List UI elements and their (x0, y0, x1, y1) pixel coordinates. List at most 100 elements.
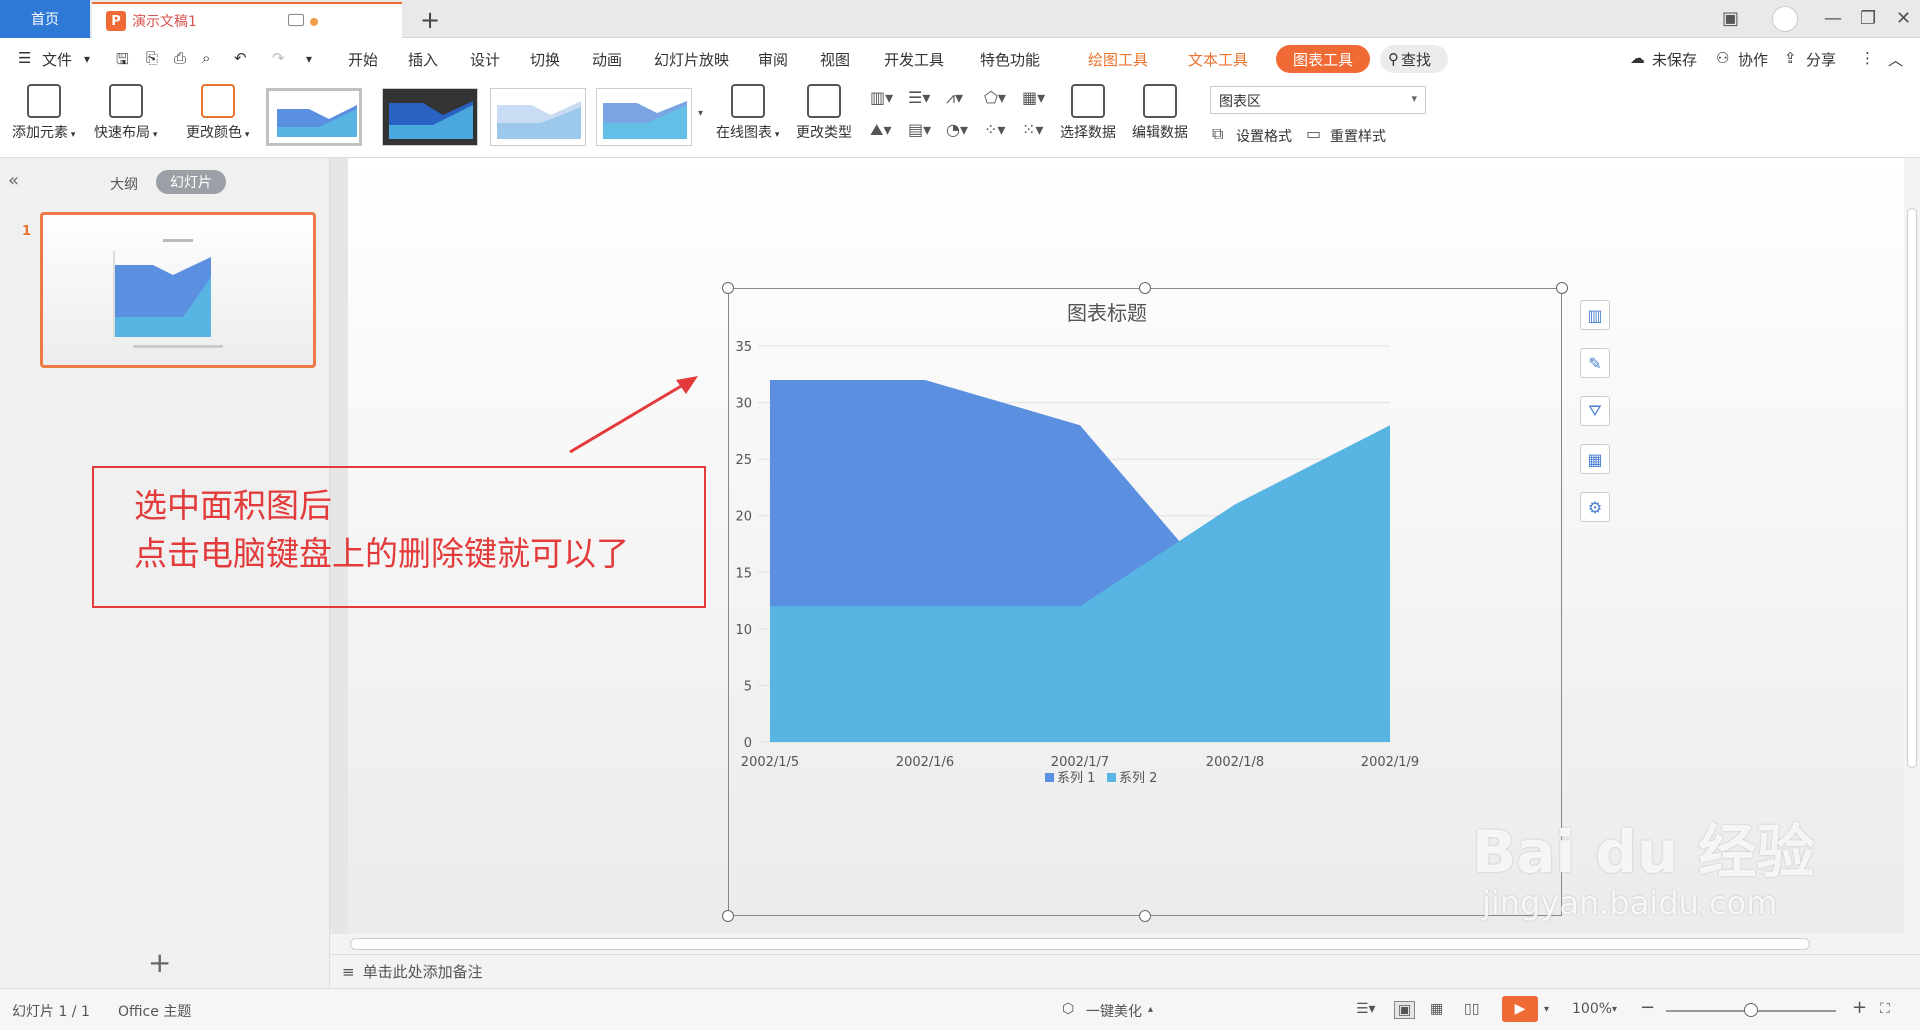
column-chart-icon[interactable]: ▥▾ (870, 88, 894, 108)
window-layout-icon[interactable]: ▣ (1722, 8, 1739, 29)
menu-review[interactable]: 审阅 (758, 49, 788, 70)
slide-thumbnail[interactable] (40, 212, 316, 368)
fit-window-icon[interactable]: ⛶ (1880, 1001, 1890, 1017)
chart-style-3[interactable] (490, 88, 586, 146)
chart-element-select[interactable]: 图表区 ▾ (1210, 86, 1426, 114)
menu-design[interactable]: 设计 (470, 49, 500, 70)
collab-button[interactable]: 协作 (1738, 49, 1768, 70)
chart-settings-gear-icon[interactable]: ⚙ (1580, 492, 1610, 522)
vertical-scrollbar[interactable] (1904, 158, 1920, 938)
collapse-ribbon-icon[interactable]: ︿ (1888, 49, 1903, 70)
change-type-icon (807, 84, 841, 118)
zoom-out-icon[interactable]: − (1640, 997, 1655, 1018)
menu-file[interactable]: 文件 (42, 49, 72, 70)
chart-style-1[interactable] (266, 88, 362, 146)
zoom-options-icon[interactable]: ▾ (1612, 1004, 1617, 1015)
tab-slides[interactable]: 幻灯片 (156, 170, 226, 194)
theme-name[interactable]: Office 主题 (118, 1001, 191, 1021)
preview-icon[interactable]: ⌕ (202, 49, 210, 67)
play-options-icon[interactable]: ▾ (1544, 1004, 1549, 1015)
tab-home[interactable]: 首页 (0, 0, 90, 38)
menu-transition[interactable]: 切换 (530, 49, 560, 70)
menu-animation[interactable]: 动画 (592, 49, 622, 70)
menu-developer[interactable]: 开发工具 (884, 49, 944, 70)
menu-view[interactable]: 视图 (820, 49, 850, 70)
search-button[interactable]: ⚲ 查找 (1380, 45, 1448, 73)
menu-insert[interactable]: 插入 (408, 49, 438, 70)
unsaved-status[interactable]: 未保存 (1652, 49, 1697, 70)
hamburger-icon[interactable]: ☰ (18, 49, 31, 67)
sorter-view-icon[interactable]: ▦ (1430, 1001, 1443, 1017)
share-button[interactable]: 分享 (1806, 49, 1836, 70)
avatar[interactable] (1772, 6, 1798, 32)
chart-style-brush-icon[interactable]: ✎ (1580, 348, 1610, 378)
pie-chart-icon[interactable]: ◔▾ (946, 120, 970, 140)
notes-placeholder[interactable]: 单击此处添加备注 (363, 961, 483, 982)
add-slide-button[interactable]: + (148, 946, 171, 979)
horizontal-scroll-thumb[interactable] (350, 938, 1810, 950)
change-color-button[interactable]: 更改颜色 ▾ (186, 84, 249, 142)
menu-slideshow[interactable]: 幻灯片放映 (654, 49, 729, 70)
x-tick-label: 2002/1/7 (1051, 755, 1109, 770)
tab-document[interactable]: P 演示文稿1 (92, 2, 402, 38)
radar-chart-icon[interactable]: ⬠▾ (984, 88, 1008, 108)
area-chart[interactable]: 图表标题 0 5 10 15 20 25 30 35 2002/1/5 2002/1/6 2002/1… (728, 288, 1562, 916)
chart-style-4[interactable] (596, 88, 692, 146)
reset-style-button[interactable]: 重置样式 (1330, 126, 1386, 146)
beautify-button[interactable]: 一键美化 (1086, 1001, 1142, 1021)
legend-entry[interactable]: 系列 2 (1119, 771, 1157, 786)
chart-filter-icon[interactable]: ⛛ (1580, 396, 1610, 426)
vertical-scroll-thumb[interactable] (1907, 208, 1917, 768)
area-chart-icon[interactable]: ⛰▾ (870, 120, 894, 140)
online-chart-button[interactable]: 在线图表 ▾ (716, 84, 779, 142)
notes-toggle-icon[interactable]: ☰▾ (1356, 1001, 1376, 1017)
collapse-panel-icon[interactable]: « (8, 170, 19, 191)
chevron-down-icon[interactable]: ▾ (84, 52, 90, 66)
undo-icon[interactable]: ↶ (234, 49, 247, 67)
chart-style-2[interactable] (382, 88, 478, 146)
add-element-button[interactable]: 添加元素 ▾ (12, 84, 75, 142)
notes-bar[interactable]: ≡ 单击此处添加备注 (330, 954, 1920, 988)
menu-start[interactable]: 开始 (348, 49, 378, 70)
select-data-button[interactable]: 选择数据 (1060, 84, 1116, 142)
menu-features[interactable]: 特色功能 (980, 49, 1040, 70)
scatter-chart-icon[interactable]: ⁘▾ (984, 120, 1008, 140)
close-icon[interactable]: ✕ (1896, 8, 1911, 29)
online-chart-side-icon[interactable]: ▦ (1580, 444, 1610, 474)
more-icon[interactable]: ⋮ (1860, 49, 1875, 67)
redo-icon[interactable]: ↷ (272, 49, 285, 67)
save-icon[interactable]: 🖫 (116, 49, 129, 74)
restore-icon[interactable]: ❐ (1860, 8, 1876, 29)
menu-chart-tools[interactable]: 图表工具 (1276, 45, 1370, 73)
tab-outline[interactable]: 大纲 (110, 174, 138, 194)
stacked-chart-icon[interactable]: ▤▾ (908, 120, 932, 140)
chart-elements-icon[interactable]: ▥ (1580, 300, 1610, 330)
chevron-up-icon[interactable]: ▴ (1148, 1004, 1153, 1015)
combo-chart-icon[interactable]: ▦▾ (1022, 88, 1046, 108)
chart-element-value: 图表区 (1219, 94, 1261, 110)
new-tab-button[interactable]: + (420, 6, 440, 34)
monitor-icon[interactable] (288, 14, 304, 26)
set-format-button[interactable]: 设置格式 (1236, 126, 1292, 146)
bar-chart-icon[interactable]: ☰▾ (908, 88, 932, 108)
minimize-icon[interactable]: — (1824, 8, 1842, 29)
change-type-button[interactable]: 更改类型 (796, 84, 852, 142)
other-chart-icon[interactable]: ⁙▾ (1022, 120, 1046, 140)
customize-icon[interactable]: ▾ (306, 52, 312, 66)
chart-title[interactable]: 图表标题 (1067, 301, 1147, 325)
line-chart-icon[interactable]: ⩘▾ (946, 88, 970, 108)
edit-data-button[interactable]: 编辑数据 (1132, 84, 1188, 142)
normal-view-icon[interactable]: ▣ (1394, 1001, 1416, 1019)
zoom-in-icon[interactable]: + (1852, 997, 1867, 1018)
print-icon[interactable]: ⎙ (174, 49, 186, 67)
menu-drawing-tools[interactable]: 绘图工具 (1088, 49, 1148, 70)
legend-entry[interactable]: 系列 1 (1057, 771, 1095, 786)
menu-text-tools[interactable]: 文本工具 (1188, 49, 1248, 70)
play-slideshow-button[interactable]: ▶ (1502, 996, 1538, 1022)
zoom-slider-knob[interactable] (1744, 1003, 1758, 1017)
quick-layout-button[interactable]: 快速布局 ▾ (94, 84, 157, 142)
zoom-level[interactable]: 100% (1572, 1001, 1612, 1017)
export-icon[interactable]: ⎘ (146, 49, 158, 67)
horizontal-scrollbar[interactable] (330, 934, 1904, 954)
reading-view-icon[interactable]: ▯▯ (1464, 1001, 1479, 1017)
